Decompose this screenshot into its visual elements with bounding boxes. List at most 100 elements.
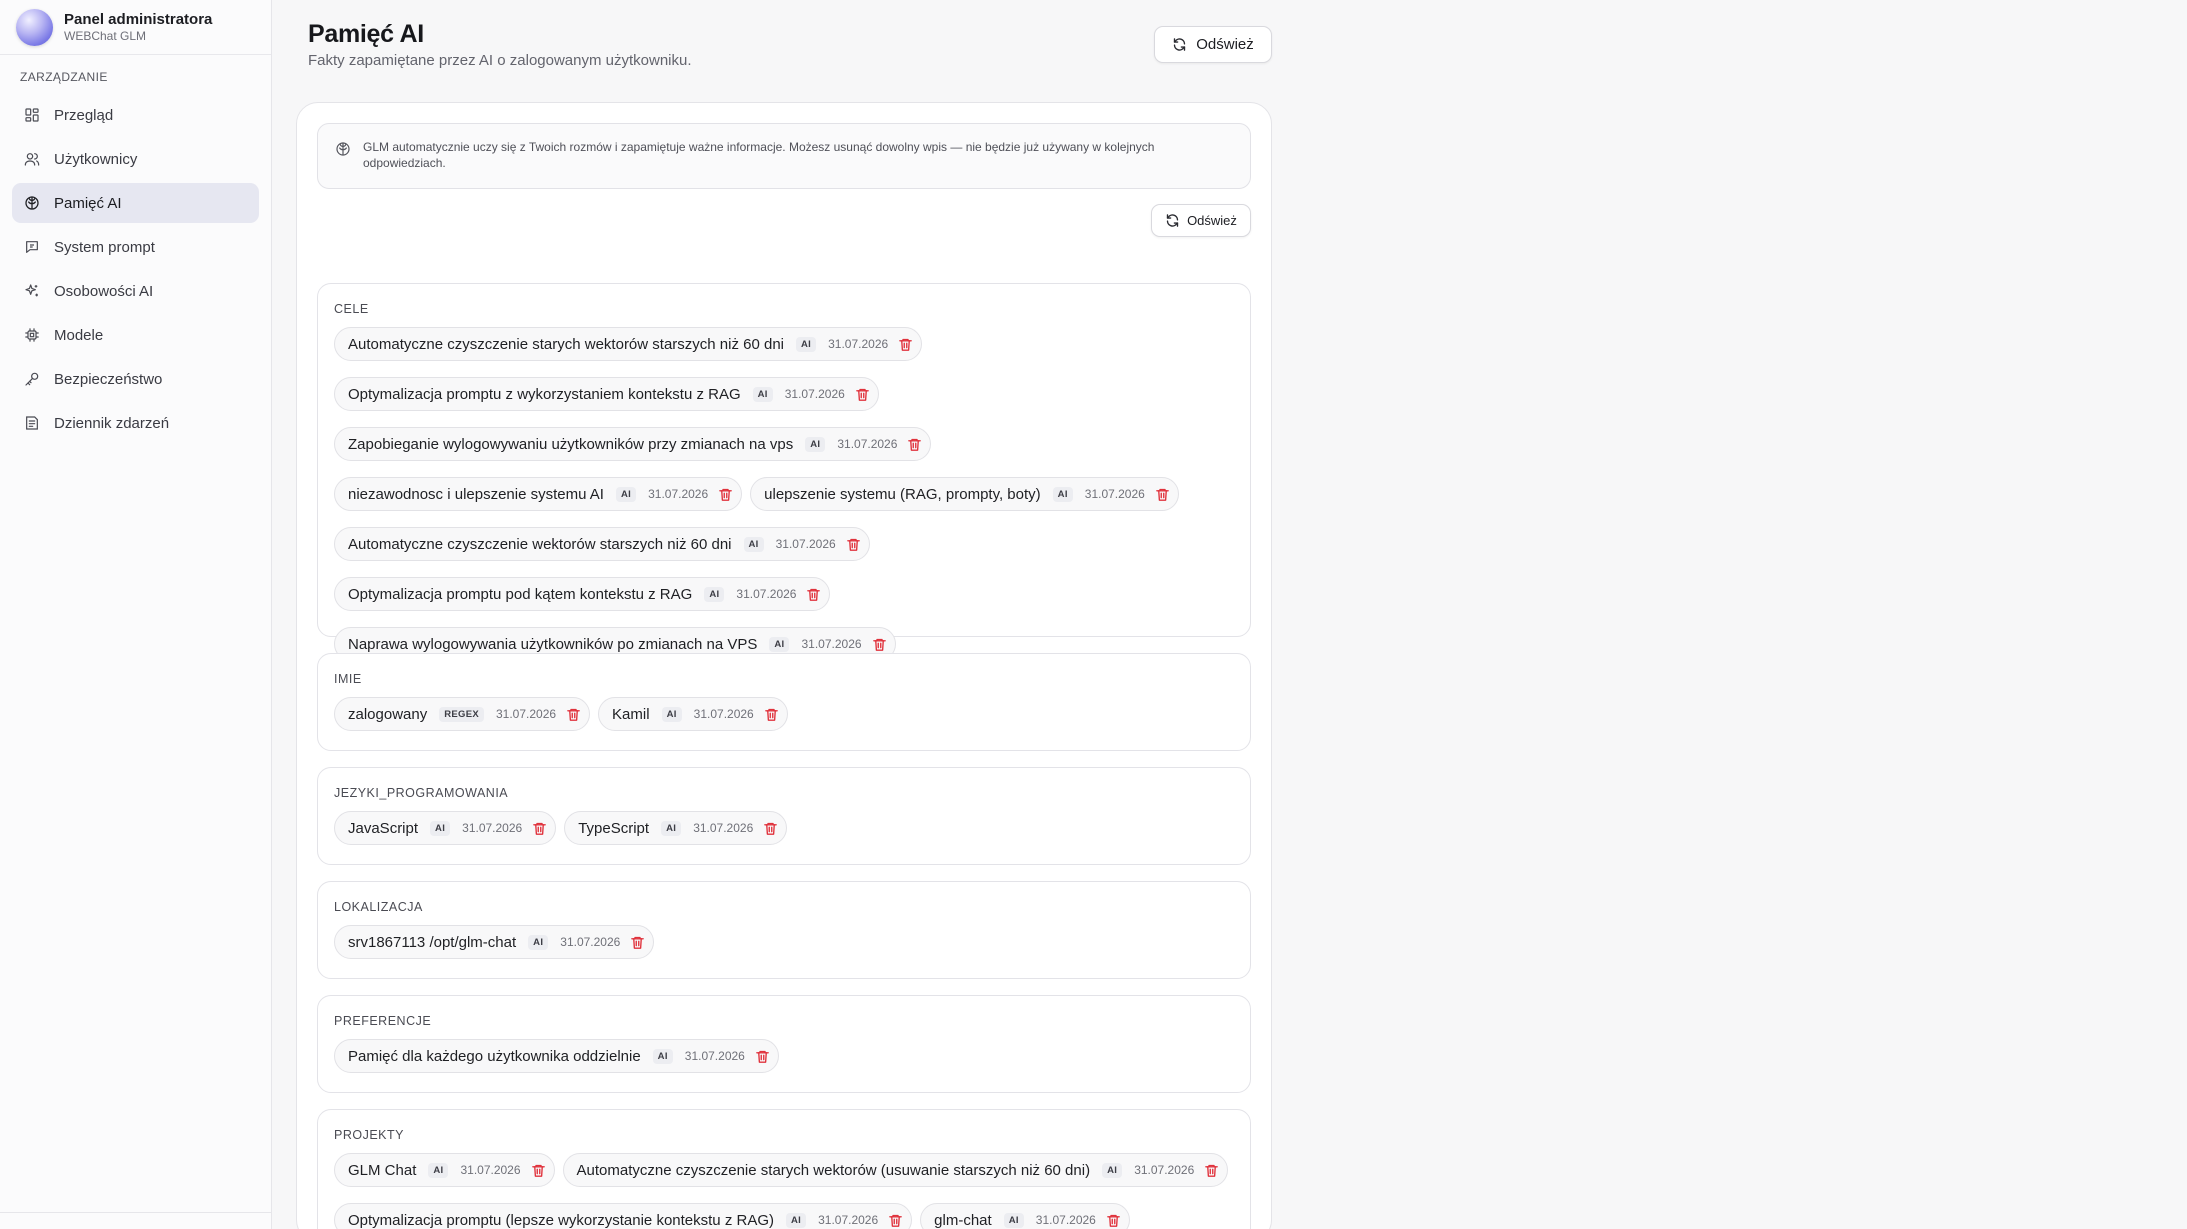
- sidebar-item-dziennik-zdarzen[interactable]: Dziennik zdarzeń: [12, 403, 259, 443]
- sidebar-item-system-prompt[interactable]: System prompt: [12, 227, 259, 267]
- trash-icon[interactable]: [806, 587, 821, 602]
- trash-icon[interactable]: [755, 1049, 770, 1064]
- source-badge: AI: [796, 336, 817, 352]
- fact-date: 31.07.2026: [1134, 1163, 1195, 1177]
- source-badge: AI: [785, 1212, 807, 1228]
- fact-chip: Zapobieganie wylogowywaniu użytkowników …: [334, 427, 932, 461]
- trash-icon[interactable]: [532, 821, 547, 836]
- fact-list: Automatyczne czyszczenie starych wektoró…: [334, 327, 1234, 661]
- fact-text: Automatyczne czyszczenie wektorów starsz…: [348, 535, 732, 553]
- sparkles-icon: [24, 283, 40, 299]
- page-subtitle: Fakty zapamiętane przez AI o zalogowanym…: [308, 52, 692, 69]
- fact-date: 31.07.2026: [462, 821, 523, 835]
- sidebar-item-modele[interactable]: Modele: [12, 315, 259, 355]
- category-card: PROJEKTY GLM Chat AI 31.07.2026 Automatyczne…: [317, 1109, 1251, 1229]
- source-badge: AI: [428, 1162, 449, 1178]
- fact-text: JavaScript: [348, 819, 419, 837]
- trash-icon[interactable]: [1106, 1213, 1121, 1228]
- fact-text: zalogowany: [348, 705, 428, 723]
- fact-date: 31.07.2026: [560, 935, 621, 949]
- fact-text: Naprawa wylogowywania użytkowników po zm…: [348, 635, 758, 653]
- sidebar-item-osobowosci-ai[interactable]: Osobowości AI: [12, 271, 259, 311]
- brain-icon: [335, 141, 351, 157]
- fact-text: GLM Chat: [348, 1161, 417, 1179]
- sidebar-item-uzytkownicy[interactable]: Użytkownicy: [12, 139, 259, 179]
- fact-date: 31.07.2026: [801, 637, 862, 651]
- source-badge: AI: [430, 820, 451, 836]
- trash-icon[interactable]: [763, 821, 778, 836]
- brand-title: Panel administratora: [64, 10, 213, 28]
- fact-chip: Pamięć dla każdego użytkownika oddzielni…: [334, 1039, 779, 1073]
- fact-list: srv1867113 /opt/glm-chat AI 31.07.2026: [334, 925, 1234, 959]
- list-refresh-button[interactable]: Odśwież: [1151, 204, 1251, 237]
- fact-list: zalogowany REGEX 31.07.2026 Kamil AI 31.07.20…: [334, 697, 1234, 731]
- trash-icon[interactable]: [888, 1213, 903, 1228]
- fact-text: Zapobieganie wylogowywaniu użytkowników …: [348, 435, 794, 453]
- header-refresh-label: Odśwież: [1196, 36, 1254, 53]
- trash-icon[interactable]: [898, 337, 913, 352]
- fact-date: 31.07.2026: [648, 487, 709, 501]
- fact-chip: Optymalizacja promptu pod kątem kontekst…: [334, 577, 831, 611]
- fact-text: TypeScript: [578, 819, 650, 837]
- avatar: [16, 8, 53, 46]
- trash-icon[interactable]: [1204, 1163, 1219, 1178]
- trash-icon[interactable]: [907, 437, 922, 452]
- key-icon: [24, 371, 40, 387]
- fact-date: 31.07.2026: [693, 707, 754, 721]
- fact-chip: niezawodnosc i ulepszenie systemu AI AI 31…: [334, 477, 743, 511]
- category-card: JEZYKI_PROGRAMOWANIA JavaScript AI 31.07.20…: [317, 767, 1251, 865]
- sidebar-item-label: Pamięć AI: [54, 194, 122, 212]
- trash-icon[interactable]: [1155, 487, 1170, 502]
- fact-list: Pamięć dla każdego użytkownika oddzielni…: [334, 1039, 1234, 1073]
- message-icon: [24, 239, 40, 255]
- trash-icon[interactable]: [718, 487, 733, 502]
- fact-date: 31.07.2026: [495, 707, 557, 721]
- trash-icon[interactable]: [566, 707, 581, 722]
- fact-text: Automatyczne czyszczenie starych wektoró…: [576, 1161, 1091, 1179]
- fact-text: srv1867113 /opt/glm-chat: [348, 933, 517, 951]
- fact-text: Optymalizacja promptu z wykorzystaniem k…: [348, 385, 741, 403]
- category-card: LOKALIZACJA srv1867113 /opt/glm-chat AI 31.…: [317, 881, 1251, 979]
- brand-text: Panel administratora WEBChat GLM: [64, 11, 212, 44]
- refresh-icon: [1172, 37, 1187, 52]
- trash-icon[interactable]: [846, 537, 861, 552]
- sidebar-item-label: System prompt: [54, 238, 155, 256]
- fact-chip: Automatyczne czyszczenie starych wektoró…: [334, 327, 923, 361]
- trash-icon[interactable]: [630, 935, 645, 950]
- trash-icon[interactable]: [531, 1163, 546, 1178]
- fact-chip: GLM Chat AI 31.07.2026: [334, 1153, 555, 1187]
- fact-date: 31.07.2026: [828, 337, 889, 351]
- sidebar-nav: Przegląd Użytkownicy Pamięć AI System promp…: [0, 95, 271, 443]
- fact-chip: JavaScript AI 31.07.2026: [334, 811, 557, 845]
- trash-icon[interactable]: [872, 637, 887, 652]
- source-badge: AI: [1003, 1212, 1024, 1228]
- header-refresh-button[interactable]: Odśwież: [1154, 26, 1272, 63]
- fact-chip: srv1867113 /opt/glm-chat AI 31.07.2026: [334, 925, 655, 959]
- trash-icon[interactable]: [855, 387, 870, 402]
- page-title: Pamięć AI: [308, 20, 424, 48]
- brain-icon: [24, 195, 40, 211]
- fact-date: 31.07.2026: [1035, 1213, 1096, 1227]
- sidebar-section-label: ZARZĄDZANIE: [20, 70, 108, 84]
- fact-chip: Kamil AI 31.07.2026: [598, 697, 788, 731]
- users-icon: [24, 151, 40, 167]
- fact-text: niezawodnosc i ulepszenie systemu AI: [348, 485, 604, 503]
- category-title: LOKALIZACJA: [334, 900, 423, 914]
- category-title: PREFERENCJE: [334, 1014, 432, 1028]
- cpu-icon: [24, 327, 40, 343]
- sidebar-item-pamiec-ai[interactable]: Pamięć AI: [12, 183, 259, 223]
- sidebar-item-przeglad[interactable]: Przegląd: [12, 95, 259, 135]
- sidebar-item-bezpieczenstwo[interactable]: Bezpieczeństwo: [12, 359, 259, 399]
- fact-date: 31.07.2026: [1084, 487, 1145, 501]
- refresh-icon: [1165, 213, 1180, 228]
- sidebar-item-label: Bezpieczeństwo: [54, 370, 163, 388]
- fact-text: Kamil: [612, 705, 650, 723]
- fact-text: Optymalizacja promptu (lepsze wykorzysta…: [348, 1211, 774, 1229]
- info-box: GLM automatycznie uczy się z Twoich rozm…: [317, 123, 1251, 189]
- fact-date: 31.07.2026: [736, 587, 797, 601]
- fact-chip: TypeScript AI 31.07.2026: [564, 811, 788, 845]
- trash-icon[interactable]: [764, 707, 779, 722]
- sidebar-item-label: Osobowości AI: [54, 282, 154, 300]
- category-title: PROJEKTY: [334, 1128, 404, 1142]
- category-card: PREFERENCJE Pamięć dla każdego użytkownik…: [317, 995, 1251, 1093]
